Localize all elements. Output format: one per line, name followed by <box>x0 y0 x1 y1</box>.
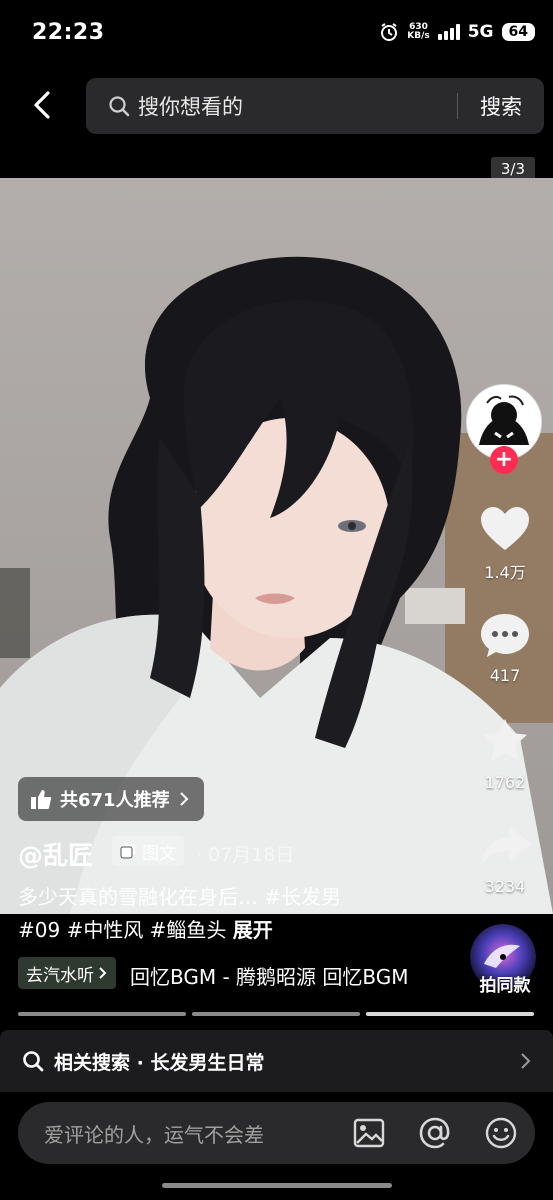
gallery-icon <box>120 844 135 859</box>
post-date: · 07月18日 <box>196 844 295 866</box>
recommend-pill[interactable]: 共671人推荐 <box>18 777 204 821</box>
status-indicators: 630 KB/s 5G 64 <box>379 22 535 42</box>
comment-input[interactable]: 爱评论的人，运气不会差 <box>44 1119 351 1148</box>
search-button[interactable]: 搜索 <box>458 91 544 121</box>
favorite-count: 1762 <box>484 773 526 792</box>
status-time: 22:23 <box>32 20 105 45</box>
network-type: 5G <box>467 22 494 42</box>
caption-line-2[interactable]: #09 #中性风 #鲻鱼头 展开 <box>18 914 273 943</box>
alarm-icon <box>381 23 398 41</box>
music-app-label: 去汽水听 <box>26 965 94 986</box>
related-search-label: 相关搜索 · 长发男生日常 <box>54 1051 265 1074</box>
emoji-icon[interactable] <box>483 1115 519 1151</box>
caption-line-1[interactable]: 多少天真的雪融化在身后… #长发男 <box>18 881 341 910</box>
image-progress-segment <box>18 1012 186 1016</box>
share-count: 3234 <box>484 877 526 896</box>
thumbs-up-icon <box>31 790 52 809</box>
search-icon <box>23 1051 44 1072</box>
chevron-right-icon <box>99 967 107 979</box>
comment-count: 417 <box>489 666 521 685</box>
chevron-right-icon <box>521 1053 531 1069</box>
home-indicator[interactable] <box>162 1183 392 1188</box>
post-type-label: 图文 <box>142 843 176 864</box>
image-progress-segment <box>192 1012 360 1016</box>
search-input[interactable]: 搜你想看的 <box>138 91 457 121</box>
caption-hashtags[interactable]: #09 #中性风 #鲻鱼头 <box>18 918 226 942</box>
music-track-title[interactable]: 回忆BGM - 腾鹅昭源 回忆BGM <box>130 961 410 990</box>
image-picker-icon[interactable] <box>351 1115 387 1151</box>
search-icon <box>109 96 130 117</box>
author-name[interactable]: @乱匠 <box>18 836 93 872</box>
chevron-right-icon <box>179 792 188 806</box>
related-search-bar[interactable]: 相关搜索 · 长发男生日常 <box>0 1030 553 1092</box>
follow-button[interactable]: + <box>490 446 518 474</box>
network-speed: 630 KB/s <box>407 22 430 41</box>
comment-icon[interactable] <box>477 610 533 660</box>
signal-icon <box>437 24 460 40</box>
music-app-tag[interactable]: 去汽水听 <box>18 957 116 989</box>
post-type-tag: 图文 <box>112 836 184 866</box>
like-count: 1.4万 <box>484 563 526 582</box>
image-progress-segment-active <box>366 1012 534 1016</box>
use-sound-label[interactable]: 拍同款 <box>470 971 540 996</box>
battery-indicator: 64 <box>501 23 535 41</box>
like-heart-icon[interactable] <box>477 504 533 554</box>
expand-caption-button[interactable]: 展开 <box>233 918 273 942</box>
comment-input-bar[interactable]: 爱评论的人，运气不会差 <box>18 1102 535 1164</box>
recommend-count-label: 共671人推荐 <box>60 790 170 811</box>
search-bar[interactable]: 搜你想看的 搜索 <box>86 78 544 134</box>
back-arrow-icon[interactable] <box>26 88 60 122</box>
share-arrow-icon[interactable] <box>477 822 533 872</box>
mention-at-icon[interactable] <box>417 1115 453 1151</box>
favorite-star-icon[interactable] <box>477 716 533 766</box>
